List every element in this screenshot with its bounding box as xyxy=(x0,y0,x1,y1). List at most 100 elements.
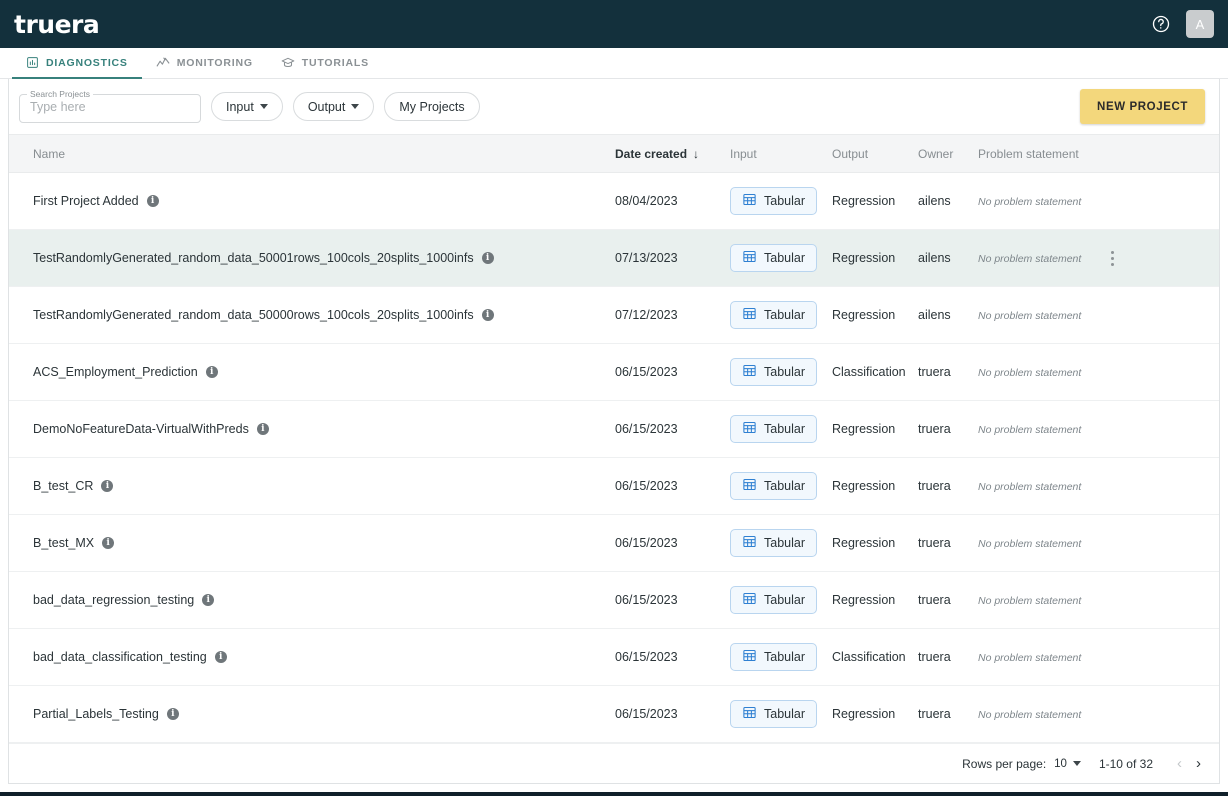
table-grid-icon xyxy=(742,249,757,267)
rows-per-page: Rows per page: 10 xyxy=(962,757,1081,771)
chevron-down-icon xyxy=(259,104,268,109)
input-type-chip[interactable]: Tabular xyxy=(730,415,817,443)
project-name-label[interactable]: bad_data_classification_testing xyxy=(33,650,207,664)
input-type-chip[interactable]: Tabular xyxy=(730,301,817,329)
projects-table: Name Date created ↓ Input Output Owner Pr… xyxy=(9,134,1219,743)
nav-tab-label: MONITORING xyxy=(176,56,253,69)
cell-problem-statement: No problem statement xyxy=(972,173,1096,230)
row-more-menu-button[interactable] xyxy=(1102,250,1124,266)
truera-logo[interactable]: truera xyxy=(14,12,100,37)
column-header-date-created[interactable]: Date created ↓ xyxy=(609,134,724,173)
table-row[interactable]: TestRandomlyGenerated_random_data_50000r… xyxy=(9,287,1219,344)
input-type-chip[interactable]: Tabular xyxy=(730,643,817,671)
no-problem-statement-label: No problem statement xyxy=(978,481,1082,493)
input-type-label: Tabular xyxy=(764,365,805,379)
filter-output-button[interactable]: Output xyxy=(292,92,375,121)
cell-date-created: 08/04/2023 xyxy=(615,194,678,208)
project-name-label[interactable]: TestRandomlyGenerated_random_data_50000r… xyxy=(33,308,474,322)
info-icon[interactable]: i xyxy=(202,594,215,606)
info-icon[interactable]: i xyxy=(102,537,115,549)
table-grid-icon xyxy=(742,363,757,381)
cell-problem-statement: No problem statement xyxy=(972,287,1096,344)
info-icon[interactable]: i xyxy=(101,480,114,492)
cell-row-menu xyxy=(1096,458,1220,515)
nav-tab-tutorials[interactable]: TUTORIALS xyxy=(267,48,383,79)
table-row[interactable]: DemoNoFeatureData-VirtualWithPreds i 06/15… xyxy=(9,401,1219,458)
column-header-input[interactable]: Input xyxy=(724,134,826,173)
next-page-button[interactable]: › xyxy=(1196,756,1201,771)
new-project-button[interactable]: NEW PROJECT xyxy=(1080,89,1205,124)
input-type-chip[interactable]: Tabular xyxy=(730,472,817,500)
input-type-label: Tabular xyxy=(764,251,805,265)
project-name-label[interactable]: Partial_Labels_Testing xyxy=(33,707,159,721)
avatar[interactable]: A xyxy=(1186,10,1214,38)
info-icon[interactable]: i xyxy=(481,252,494,264)
cell-date-created: 06/15/2023 xyxy=(615,365,678,379)
table-row[interactable]: Partial_Labels_Testing i 06/15/2023 Tabular… xyxy=(9,686,1219,743)
rows-per-page-select[interactable]: 10 xyxy=(1054,758,1081,770)
project-name-label[interactable]: First Project Added xyxy=(33,194,139,208)
input-type-chip[interactable]: Tabular xyxy=(730,244,817,272)
help-circle-icon[interactable] xyxy=(1150,13,1172,35)
info-icon[interactable]: i xyxy=(256,423,269,435)
table-grid-icon xyxy=(742,477,757,495)
cell-name: B_test_CR i xyxy=(9,458,609,515)
input-type-chip[interactable]: Tabular xyxy=(730,529,817,557)
project-name-label[interactable]: DemoNoFeatureData-VirtualWithPreds xyxy=(33,422,249,436)
input-type-label: Tabular xyxy=(764,536,805,550)
filter-input-label: Input xyxy=(226,99,254,114)
input-type-chip[interactable]: Tabular xyxy=(730,700,817,728)
no-problem-statement-label: No problem statement xyxy=(978,595,1082,607)
cell-output: Classification xyxy=(832,365,906,379)
column-header-output[interactable]: Output xyxy=(826,134,912,173)
cell-owner: ailens xyxy=(918,251,951,265)
table-row[interactable]: B_test_CR i 06/15/2023 Tabular Regression tru… xyxy=(9,458,1219,515)
filter-my-projects-button[interactable]: My Projects xyxy=(384,92,480,121)
cell-date-created: 06/15/2023 xyxy=(615,536,678,550)
table-row[interactable]: ACS_Employment_Prediction i 06/15/2023 Tabu… xyxy=(9,344,1219,401)
nav-tab-label: DIAGNOSTICS xyxy=(46,56,128,69)
cell-owner: ailens xyxy=(918,194,951,208)
table-row[interactable]: First Project Added i 08/04/2023 Tabular Reg… xyxy=(9,173,1219,230)
project-name-label[interactable]: B_test_CR xyxy=(33,479,93,493)
nav-tab-diagnostics[interactable]: DIAGNOSTICS xyxy=(12,48,142,79)
info-icon[interactable]: i xyxy=(146,195,159,207)
info-icon[interactable]: i xyxy=(214,651,227,663)
input-type-chip[interactable]: Tabular xyxy=(730,586,817,614)
column-header-name[interactable]: Name xyxy=(9,134,609,173)
info-icon[interactable]: i xyxy=(166,708,179,720)
chevron-down-icon xyxy=(1072,761,1081,766)
cell-problem-statement: No problem statement xyxy=(972,401,1096,458)
project-name-label[interactable]: bad_data_regression_testing xyxy=(33,593,194,607)
filter-input-button[interactable]: Input xyxy=(211,92,283,121)
info-icon[interactable]: i xyxy=(205,366,218,378)
table-row[interactable]: bad_data_regression_testing i 06/15/2023 Ta… xyxy=(9,572,1219,629)
search-input[interactable] xyxy=(19,90,201,123)
cell-output: Regression xyxy=(832,536,896,550)
info-icon[interactable]: i xyxy=(481,309,494,321)
previous-page-button[interactable]: ‹ xyxy=(1177,756,1182,771)
cell-output: Regression xyxy=(832,593,896,607)
nav-tab-monitoring[interactable]: MONITORING xyxy=(142,48,267,79)
table-grid-icon xyxy=(742,705,757,723)
cell-name: First Project Added i xyxy=(9,173,609,230)
project-name-label[interactable]: TestRandomlyGenerated_random_data_50001r… xyxy=(33,251,474,265)
table-row[interactable]: bad_data_classification_testing i 06/15/20… xyxy=(9,629,1219,686)
sort-desc-arrow-icon: ↓ xyxy=(693,146,700,161)
column-header-problem-statement[interactable]: Problem statement xyxy=(972,134,1219,173)
pagination-range: 1-10 of 32 xyxy=(1098,756,1153,771)
column-header-owner[interactable]: Owner xyxy=(912,134,972,173)
project-name-label[interactable]: B_test_MX xyxy=(33,536,94,550)
table-row[interactable]: B_test_MX i 06/15/2023 Tabular Regression tru… xyxy=(9,515,1219,572)
search-projects-field[interactable]: Search Projects xyxy=(19,90,201,123)
no-problem-statement-label: No problem statement xyxy=(978,709,1082,721)
table-row[interactable]: TestRandomlyGenerated_random_data_50001r… xyxy=(9,229,1219,287)
input-type-chip[interactable]: Tabular xyxy=(730,187,817,215)
input-type-label: Tabular xyxy=(764,194,805,208)
project-name-label[interactable]: ACS_Employment_Prediction xyxy=(33,365,198,379)
cell-date-created: 07/13/2023 xyxy=(615,251,678,265)
no-problem-statement-label: No problem statement xyxy=(978,253,1082,265)
input-type-label: Tabular xyxy=(764,479,805,493)
input-type-chip[interactable]: Tabular xyxy=(730,358,817,386)
chart-bar-icon xyxy=(26,56,39,69)
